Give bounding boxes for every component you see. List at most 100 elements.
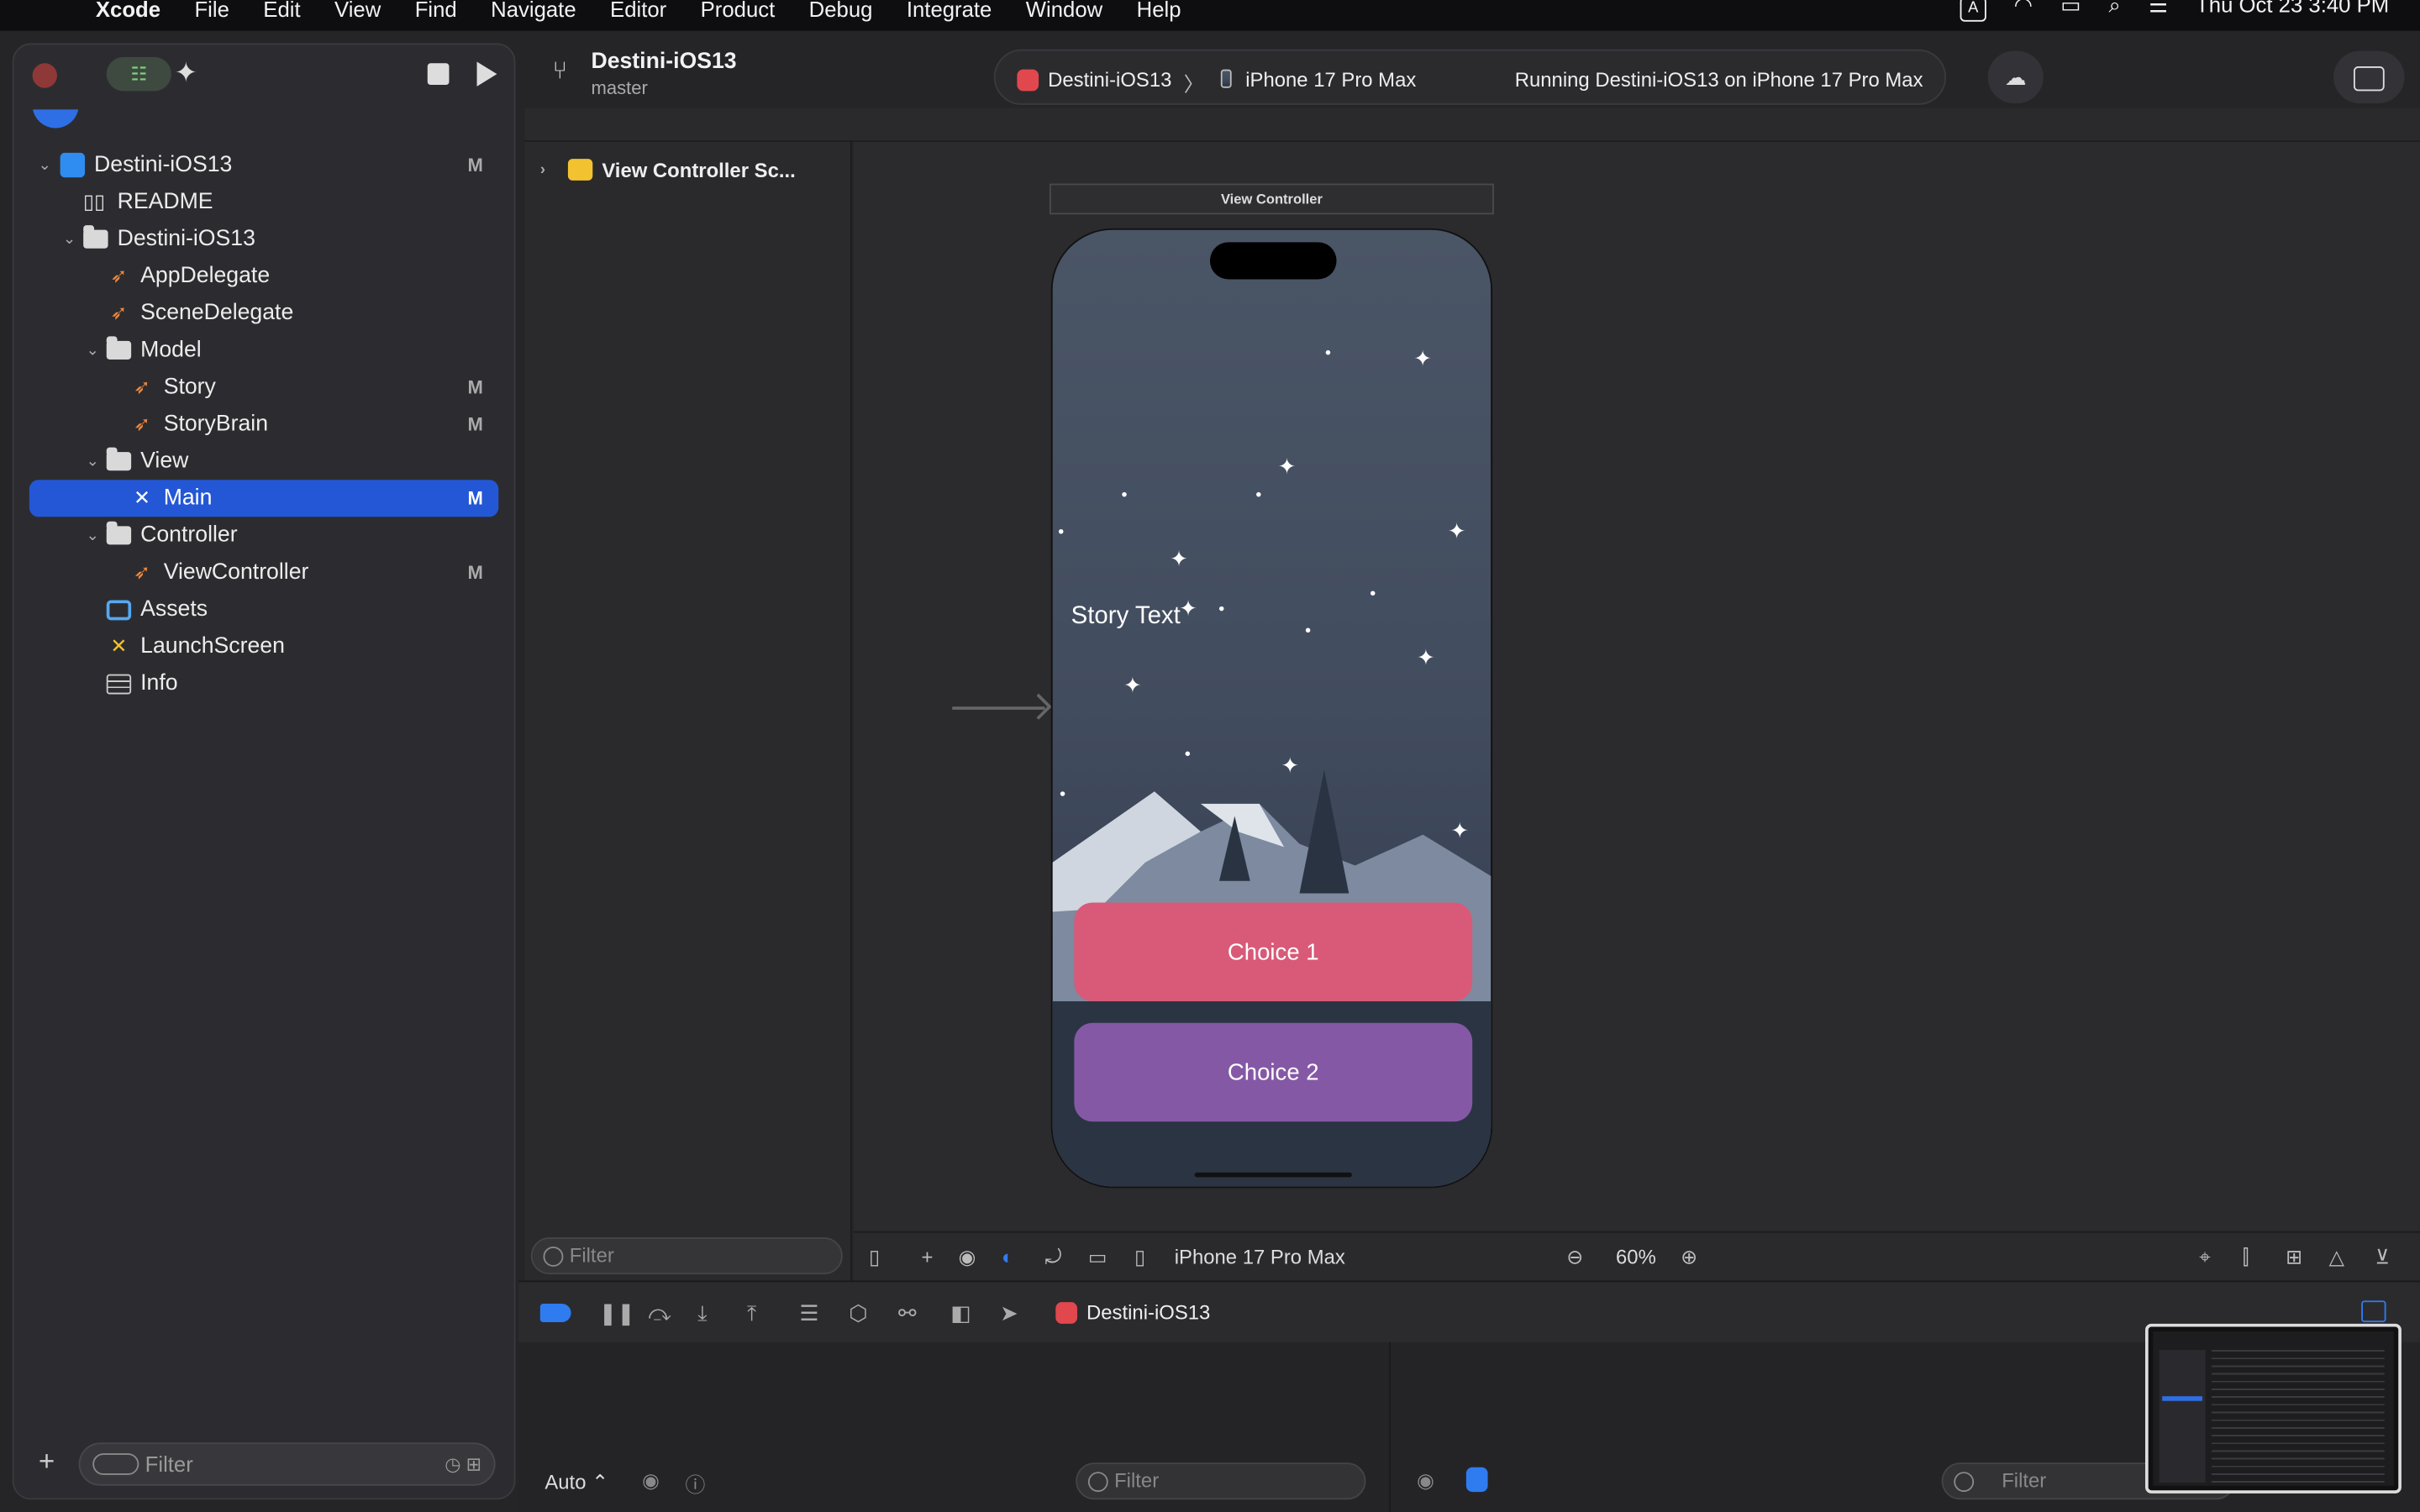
navigator-toggle-button[interactable]: ☷ [106,56,171,92]
run-button[interactable] [476,61,497,87]
resolve-issues-icon[interactable]: △ [2329,1245,2344,1269]
pause-icon[interactable]: ❚❚ [599,1300,635,1326]
input-source-indicator[interactable]: A [1960,0,1986,22]
zoom-level[interactable]: 60% [1616,1245,1656,1268]
filter-options-icon[interactable] [92,1453,139,1475]
orientation-icon[interactable]: ⤾ [1044,1245,1061,1269]
console-output-toggle-icon[interactable] [1465,1467,1488,1493]
menu-window[interactable]: Window [1026,0,1102,22]
destination-selector[interactable]: iPhone 17 Pro Max [1245,68,1416,92]
chevron-right-icon[interactable]: › [540,161,559,178]
entry-point-arrow[interactable] [952,706,1045,710]
tree-item-main[interactable]: ✕ Main M [29,480,499,517]
outline-filter-input[interactable]: Filter [530,1237,843,1275]
eye-icon[interactable]: ◉ [1417,1469,1434,1494]
add-constraints-icon[interactable]: ⊞ [2286,1245,2302,1269]
debug-area-toggle-icon[interactable] [2361,1300,2386,1323]
add-file-icon[interactable]: + [39,1446,55,1478]
device-frame[interactable]: ✦ ✦ ✦ ✦ ✦ ✦ ✦ ✦ ✦ Story Text Choice 1 Ch… [1050,228,1493,1189]
search-icon[interactable]: ⌕ [2108,0,2120,18]
environment-overrides-icon[interactable]: ◧ [950,1300,971,1326]
project-navigator-tab[interactable] [32,109,79,129]
close-window-button[interactable] [32,63,57,88]
menu-product[interactable]: Product [701,0,776,22]
tree-item-launchscreen[interactable]: ✕ LaunchScreen [14,628,514,665]
outline-item-scene[interactable]: › View Controller Sc... [540,155,796,186]
info-icon[interactable]: ⓘ [685,1469,705,1499]
menu-view[interactable]: View [334,0,381,22]
tree-item-group-model[interactable]: ⌄ Model [14,332,514,369]
tree-item-scenedelegate[interactable]: ➶ SceneDelegate [14,295,514,332]
graph-icon[interactable]: ⚯ [898,1300,917,1326]
tree-item-readme[interactable]: ▯▯ README [14,184,514,221]
project-title[interactable]: Destini-iOS13 [591,50,736,74]
eye-icon[interactable]: ◉ [642,1469,660,1494]
chevron-down-icon[interactable]: ⌄ [83,342,102,359]
debug-target[interactable]: Destini-iOS13 [1086,1300,1210,1324]
align-icon[interactable]: ⫿ [2243,1245,2249,1269]
battery-icon[interactable]: ▭ [2060,0,2081,18]
choice2-button[interactable]: Choice 2 [1074,1022,1473,1122]
tree-item-group-view[interactable]: ⌄ View [14,443,514,480]
screenshot-thumbnail[interactable] [2145,1323,2402,1494]
tree-item-group-destini[interactable]: ⌄ Destini-iOS13 [14,221,514,258]
iphone-icon[interactable]: ▯ [1134,1245,1145,1269]
menu-edit[interactable]: Edit [263,0,300,22]
tree-item-viewcontroller[interactable]: ➶ ViewController M [14,554,514,591]
view-hierarchy-icon[interactable]: ☰ [799,1300,818,1326]
tree-item-appdelegate[interactable]: ➶ AppDelegate [14,258,514,295]
variables-mode-selector[interactable]: Auto ⌃ [544,1470,608,1494]
layout-icon[interactable]: ▭ [1088,1245,1107,1269]
branch-name[interactable]: master [591,77,647,99]
device-config-selector[interactable]: iPhone 17 Pro Max [1175,1245,1345,1268]
appearance-icon[interactable]: ◐ [1002,1245,1013,1268]
chevron-down-icon[interactable]: ⌄ [60,231,79,248]
location-icon[interactable]: ➤ [1000,1300,1018,1326]
menu-find[interactable]: Find [415,0,457,22]
zoom-out-icon[interactable]: ⊖ [1566,1245,1583,1269]
tree-item-info[interactable]: Info [14,665,514,702]
chevron-down-icon[interactable]: ⌄ [35,156,54,173]
zoom-in-icon[interactable]: ⊕ [1681,1245,1697,1269]
recent-files-icon[interactable]: ◷ ⊞ [445,1453,481,1475]
memory-graph-icon[interactable]: ⬡ [849,1300,867,1326]
assistant-sparkle-icon[interactable]: ✦ [175,57,198,90]
chevron-down-icon[interactable]: ⌄ [83,453,102,470]
story-label[interactable]: Story Text [1071,603,1181,631]
menu-app[interactable]: Xcode [96,0,160,22]
control-center-icon[interactable]: ☰ [2149,0,2168,18]
tree-item-group-controller[interactable]: ⌄ Controller [14,517,514,554]
jump-bar[interactable] [524,108,2420,142]
cloud-icon[interactable]: ☁ [1987,50,2044,104]
scene-title-bar[interactable]: View Controller [1049,183,1494,215]
add-icon[interactable]: + [922,1245,934,1268]
stop-button[interactable] [427,63,450,86]
menu-help[interactable]: Help [1137,0,1181,22]
chevron-down-icon[interactable]: ⌄ [83,527,102,543]
tree-item-storybrain[interactable]: ➶ StoryBrain M [14,406,514,443]
inspector-toggle-button[interactable] [2333,50,2405,104]
storyboard-canvas[interactable]: View Controller ✦ ✦ ✦ ✦ ✦ ✦ ✦ ✦ ✦ Story … [853,141,2420,1231]
menu-integrate[interactable]: Integrate [907,0,992,22]
step-in-icon[interactable]: ⤓ [697,1300,707,1326]
update-frames-icon[interactable]: ⌖ [2199,1245,2210,1269]
menu-file[interactable]: File [194,0,229,22]
embed-icon[interactable]: ⊻ [2375,1245,2390,1269]
tree-item-story[interactable]: ➶ Story M [14,369,514,406]
clock[interactable]: Thu Oct 23 3:40 PM [2196,0,2389,17]
menu-debug[interactable]: Debug [809,0,873,22]
menu-editor[interactable]: Editor [610,0,666,22]
tree-item-assets[interactable]: Assets [14,591,514,627]
console-divider[interactable] [1389,1341,1391,1512]
step-over-icon[interactable]: ⤼ [648,1300,671,1326]
wifi-icon[interactable]: ◠ [2014,0,2033,18]
menu-navigate[interactable]: Navigate [491,0,576,22]
outline-toggle-icon[interactable]: ▯ [869,1245,880,1269]
breakpoints-toggle-icon[interactable] [539,1304,571,1323]
step-out-icon[interactable]: ⤒ [747,1300,756,1326]
choice1-button[interactable]: Choice 1 [1074,902,1473,1002]
navigator-filter-input[interactable]: Filter ◷ ⊞ [78,1442,496,1486]
accessibility-icon[interactable]: ◉ [959,1245,976,1269]
scheme-selector[interactable]: Destini-iOS13 [1048,68,1171,92]
variables-filter-input[interactable]: Filter [1076,1462,1366,1500]
